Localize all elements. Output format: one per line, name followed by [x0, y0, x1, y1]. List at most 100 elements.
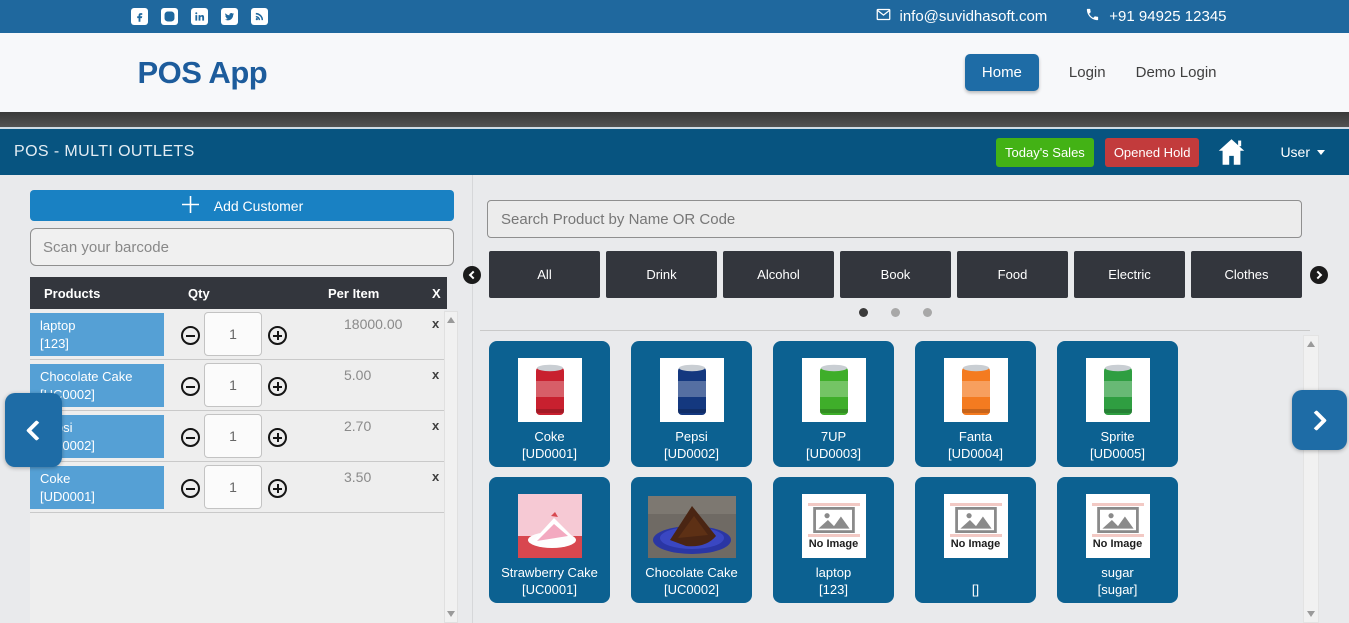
product-card[interactable]: Strawberry Cake [UC0001] — [489, 477, 610, 603]
col-remove: X — [432, 286, 441, 301]
chevron-down-icon — [1317, 150, 1325, 155]
category-tab[interactable]: All — [489, 251, 600, 298]
scroll-down-arrow[interactable] — [447, 611, 455, 617]
scroll-up-arrow[interactable] — [447, 317, 455, 323]
product-name — [915, 565, 1036, 581]
product-card[interactable]: No Image sugar [sugar] — [1057, 477, 1178, 603]
linkedin-icon[interactable] — [191, 8, 208, 25]
product-image-no-image: No Image — [944, 494, 1008, 558]
facebook-icon[interactable] — [131, 8, 148, 25]
pos-toolbar: POS - MULTI OUTLETS Today's Sales Opened… — [0, 129, 1349, 175]
cart-row: Pepsi[UD0002] 2.70 x — [30, 411, 444, 462]
increase-qty-button[interactable] — [268, 428, 287, 447]
product-card[interactable]: 7UP [UD0003] — [773, 341, 894, 467]
product-card[interactable]: Sprite [UD0005] — [1057, 341, 1178, 467]
twitter-icon[interactable] — [221, 8, 238, 25]
product-image-can — [1086, 358, 1150, 422]
category-tab[interactable]: Clothes — [1191, 251, 1302, 298]
phone-icon — [1085, 7, 1100, 26]
decrease-qty-button[interactable] — [181, 377, 200, 396]
category-tab[interactable]: Alcohol — [723, 251, 834, 298]
product-name: Pepsi — [631, 429, 752, 445]
panel-collapse-right-button[interactable] — [1292, 390, 1347, 450]
remove-item-button[interactable]: x — [432, 316, 439, 331]
product-name: laptop — [773, 565, 894, 581]
email-text: info@suvidhasoft.com — [900, 8, 1048, 25]
product-search-input[interactable] — [487, 200, 1302, 238]
remove-item-button[interactable]: x — [432, 418, 439, 433]
product-code: [UC0002] — [631, 581, 752, 598]
cart-row: laptop[123] 18000.00 x — [30, 309, 444, 360]
per-item-price: 5.00 — [344, 367, 371, 383]
qty-input[interactable] — [204, 414, 262, 458]
opened-hold-button[interactable]: Opened Hold — [1105, 138, 1200, 167]
panel-collapse-left-button[interactable] — [5, 393, 62, 467]
remove-item-button[interactable]: x — [432, 469, 439, 484]
todays-sales-button[interactable]: Today's Sales — [996, 138, 1094, 167]
cart-row: Coke[UD0001] 3.50 x — [30, 462, 444, 513]
product-card[interactable]: Fanta [UD0004] — [915, 341, 1036, 467]
product-grid: Coke [UD0001] Pepsi [UD0002] 7UP [UD0003… — [489, 341, 1303, 603]
product-card[interactable]: No Image laptop [123] — [773, 477, 894, 603]
product-code: [UC0001] — [489, 581, 610, 598]
product-card[interactable]: No Image [] — [915, 477, 1036, 603]
chevron-right-icon — [1314, 271, 1322, 279]
top-contact-bar: info@suvidhasoft.com +91 94925 12345 — [0, 0, 1349, 33]
home-icon[interactable] — [1216, 138, 1247, 166]
cart-product-label[interactable]: laptop[123] — [30, 313, 164, 356]
product-card[interactable]: Coke [UD0001] — [489, 341, 610, 467]
categories-next-button[interactable] — [1310, 266, 1328, 284]
scroll-down-arrow[interactable] — [1307, 611, 1315, 617]
barcode-input[interactable] — [30, 228, 454, 266]
remove-item-button[interactable]: x — [432, 367, 439, 382]
contact-phone[interactable]: +91 94925 12345 — [1085, 7, 1226, 26]
site-header: POS App Home Login Demo Login — [0, 33, 1349, 112]
product-name: Chocolate Cake — [631, 565, 752, 581]
page-title: POS - MULTI OUTLETS — [14, 143, 195, 161]
qty-input[interactable] — [204, 363, 262, 407]
chevron-left-icon — [26, 419, 47, 440]
carousel-dot[interactable] — [891, 308, 900, 317]
grid-scrollbar[interactable] — [1303, 335, 1319, 623]
decrease-qty-button[interactable] — [181, 326, 200, 345]
rss-icon[interactable] — [251, 8, 268, 25]
increase-qty-button[interactable] — [268, 479, 287, 498]
grid-divider — [480, 330, 1310, 331]
qty-input[interactable] — [204, 312, 262, 356]
product-image-no-image: No Image — [1086, 494, 1150, 558]
categories-prev-button[interactable] — [463, 266, 481, 284]
cart-scrollbar[interactable] — [444, 311, 458, 623]
product-image-can — [802, 358, 866, 422]
product-code: [sugar] — [1057, 581, 1178, 598]
scroll-up-arrow[interactable] — [1307, 341, 1315, 347]
product-code: [UD0002] — [631, 445, 752, 462]
decrease-qty-button[interactable] — [181, 479, 200, 498]
increase-qty-button[interactable] — [268, 326, 287, 345]
contact-email[interactable]: info@suvidhasoft.com — [876, 7, 1048, 26]
col-products: Products — [44, 286, 100, 301]
increase-qty-button[interactable] — [268, 377, 287, 396]
product-card[interactable]: Pepsi [UD0002] — [631, 341, 752, 467]
product-name: sugar — [1057, 565, 1178, 581]
per-item-price: 3.50 — [344, 469, 371, 485]
carousel-dot[interactable] — [923, 308, 932, 317]
nav-link[interactable]: Demo Login — [1136, 64, 1217, 81]
nav-link[interactable]: Home — [965, 54, 1039, 91]
product-card[interactable]: Chocolate Cake [UC0002] — [631, 477, 752, 603]
phone-text: +91 94925 12345 — [1109, 8, 1226, 25]
cart-product-label[interactable]: Coke[UD0001] — [30, 466, 164, 509]
category-tab[interactable]: Book — [840, 251, 951, 298]
carousel-dot[interactable] — [859, 308, 868, 317]
category-tab[interactable]: Drink — [606, 251, 717, 298]
category-tab[interactable]: Food — [957, 251, 1068, 298]
nav-link[interactable]: Login — [1069, 64, 1106, 81]
add-customer-button[interactable]: Add Customer — [30, 190, 454, 221]
category-tab[interactable]: Electric — [1074, 251, 1185, 298]
user-menu[interactable]: User — [1280, 144, 1325, 160]
decrease-qty-button[interactable] — [181, 428, 200, 447]
product-image-no-image: No Image — [802, 494, 866, 558]
envelope-icon — [876, 7, 891, 26]
app-logo[interactable]: POS App — [138, 55, 268, 91]
qty-input[interactable] — [204, 465, 262, 509]
instagram-icon[interactable] — [161, 8, 178, 25]
